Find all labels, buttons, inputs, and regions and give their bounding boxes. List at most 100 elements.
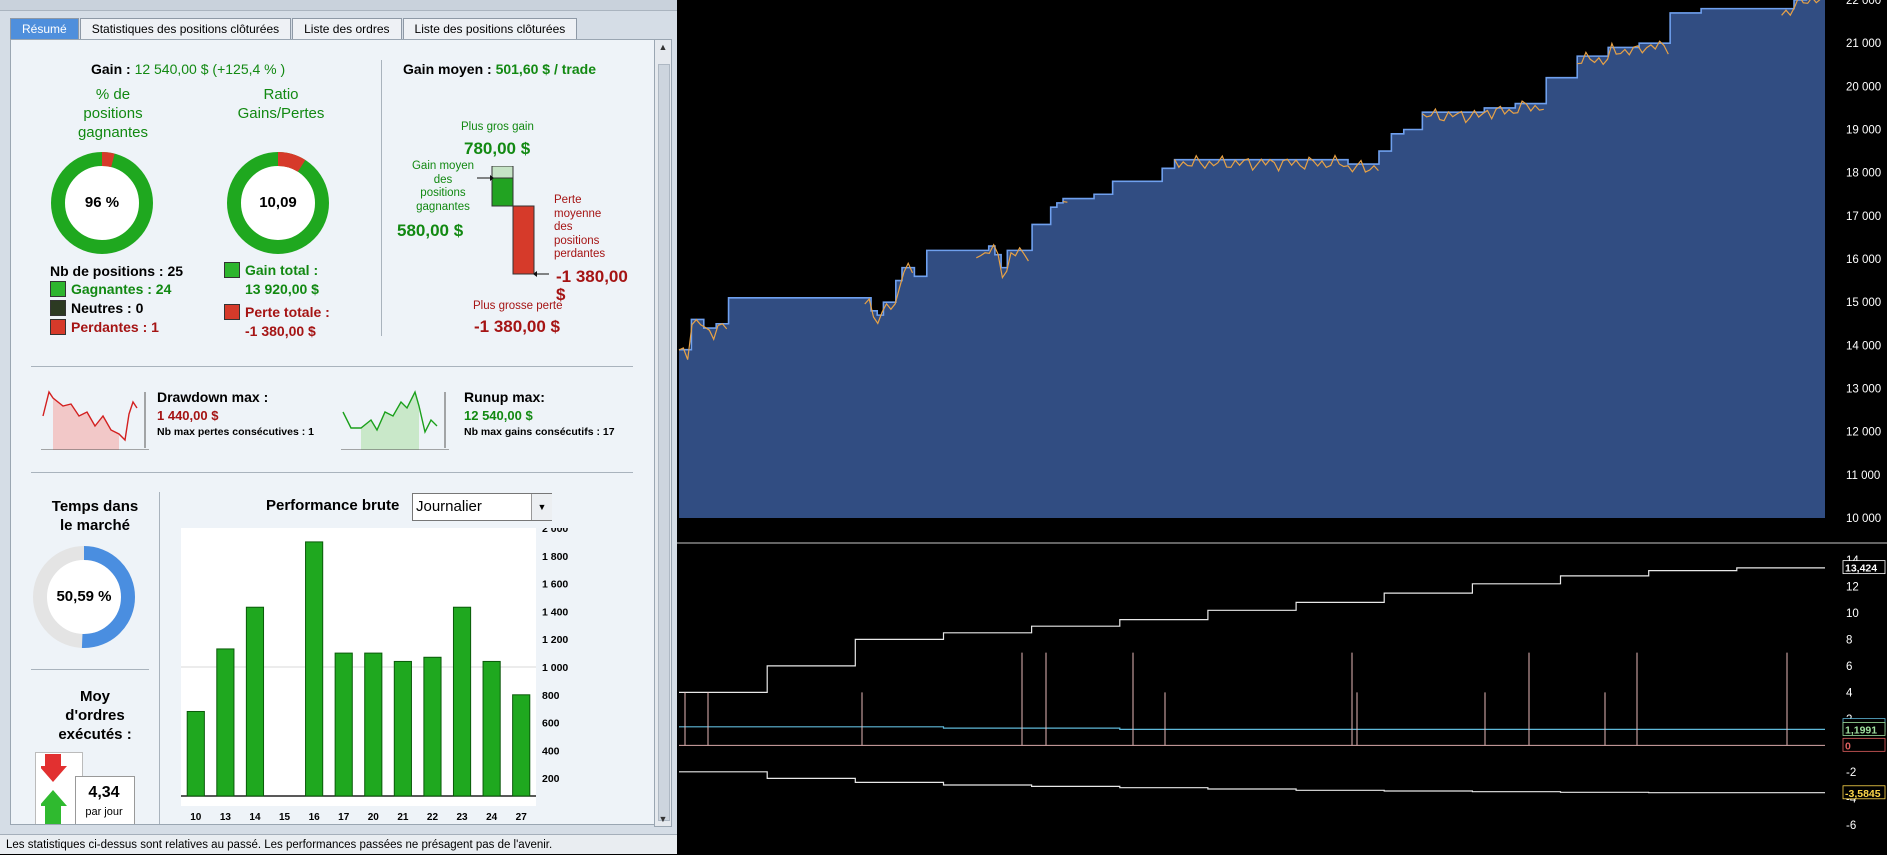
x-tick-label: 15 [279, 812, 291, 823]
tab-liste-ordres[interactable]: Liste des ordres [292, 18, 402, 39]
bar-22 [423, 656, 442, 797]
gain-moyen-pos-value: 580,00 $ [397, 221, 464, 240]
drawdown-value: 1 440,00 $ [157, 408, 219, 423]
gain-value: 12 540,00 $ (+125,4 % ) [134, 61, 286, 77]
bar-13 [216, 648, 235, 797]
y-tick-label: 10 [1846, 608, 1859, 620]
value-tag: -3,5845 [1845, 788, 1881, 800]
temps-value: 50,59 % [56, 588, 112, 605]
gain-header: Gain : 12 540,00 $ (+125,4 % ) [91, 61, 285, 77]
bar-27 [512, 694, 531, 797]
bar-20 [364, 652, 383, 797]
x-tick-label: 27 [516, 812, 528, 823]
y-tick-label: 6 [1846, 661, 1852, 673]
gain-moyen-header: Gain moyen : 501,60 $ / trade [403, 61, 596, 77]
x-tick-label: 20 [368, 812, 380, 823]
bar-14 [245, 606, 265, 797]
y-tick-label: 1 200 [542, 634, 568, 646]
perte-moyenne-label: Perte moyenne des positions perdantes [554, 194, 606, 260]
y-tick-label: 8 [1846, 634, 1852, 646]
indicator-series-0 [679, 567, 1825, 693]
plus-grosse-perte-value: -1 380,00 $ [474, 317, 561, 336]
y-tick-label: 1 000 [542, 662, 568, 674]
chevron-down-icon[interactable]: ▼ [531, 494, 552, 520]
x-tick-label: 21 [397, 812, 409, 823]
neutres-swatch [50, 300, 66, 316]
gain-total-label: Gain total : [245, 262, 319, 278]
max-gain-bar [491, 166, 514, 179]
summary-panel: Gain : 12 540,00 $ (+125,4 % ) % de posi… [10, 39, 655, 825]
summary-divider [381, 60, 382, 336]
equity-area [679, 0, 1825, 518]
y-tick-label: 21 000 [1846, 38, 1881, 50]
performance-bar-chart: 10 13 14 15 16 17 20 21 22 23 24 27 2 000 1 800 1 600 1… [181, 528, 568, 823]
pct-value: 96 % [84, 194, 120, 211]
gagnantes-swatch [50, 281, 66, 297]
ordres-value: 4,34 [88, 784, 120, 801]
gain-total-swatch [224, 262, 240, 278]
y-tick-label: 1 600 [542, 579, 568, 591]
performance-title: Performance brute [266, 497, 400, 514]
x-tick-label: 24 [486, 812, 498, 823]
tab-stats-positions[interactable]: Statistiques des positions clôturées [79, 18, 292, 39]
scrollbar[interactable]: ▲ ▼ [654, 39, 672, 827]
bar-17 [334, 652, 353, 797]
runup-value: 12 540,00 $ [464, 408, 533, 423]
y-tick-label: 12 000 [1846, 427, 1881, 439]
ordres-label: Moy d'ordres exécutés : [58, 688, 132, 743]
avg-gain-bar [491, 177, 514, 207]
ratio-label: Ratio Gains/Pertes [237, 86, 325, 122]
value-tag: 1,1991 [1845, 724, 1877, 736]
plus-gros-gain-label: Plus gros gain [461, 121, 534, 133]
bar-23 [452, 606, 472, 797]
plus-gros-gain-value: 780,00 $ [464, 139, 531, 158]
gain-moyen-pos-label: Gain moyen des positions gagnantes [411, 160, 474, 213]
y-tick-label: 18 000 [1846, 168, 1881, 180]
runup-label: Runup max: [464, 389, 545, 405]
runup-sub: Nb max gains consécutifs : 17 [464, 426, 615, 438]
perdantes-count: Perdantes : 1 [71, 319, 159, 335]
scroll-up-icon[interactable]: ▲ [655, 40, 671, 54]
neutres-count: Neutres : 0 [71, 300, 144, 316]
left-panel: Résumé Statistiques des positions clôtur… [0, 0, 677, 854]
period-select-value: Journalier [416, 498, 482, 515]
value-tag: 0 [1845, 740, 1851, 752]
drawdown-chart-icon [41, 390, 149, 450]
divider-3 [31, 669, 149, 670]
price-line [1063, 201, 1068, 203]
price-chart-area: 22 000 21 000 20 000 19 000 18 000 17 000 16 0… [677, 0, 1887, 854]
pct-label: % de positions gagnantes [77, 86, 149, 141]
period-select[interactable]: Journalier ▼ [412, 493, 552, 521]
y-tick-label: 400 [542, 745, 560, 757]
y-tick-label: -2 [1846, 767, 1856, 779]
sell-arrow-icon [41, 754, 67, 782]
divider-4 [159, 492, 160, 824]
y-tick-label: 2 000 [542, 528, 568, 535]
y-tick-label: 4 [1846, 687, 1853, 699]
scroll-thumb[interactable] [658, 64, 670, 821]
divider-1 [31, 366, 633, 367]
bar-16 [305, 541, 324, 797]
indicator-series-2 [679, 771, 1825, 794]
tab-resume[interactable]: Résumé [10, 18, 79, 39]
nb-positions: Nb de positions : 25 [50, 263, 184, 279]
x-tick-label: 13 [220, 812, 232, 823]
perte-totale-value: -1 380,00 $ [245, 323, 316, 339]
avg-loss-bar [512, 205, 535, 275]
tab-liste-positions[interactable]: Liste des positions clôturées [402, 18, 578, 39]
y-tick-label: 13 000 [1846, 384, 1881, 396]
x-tick-label: 14 [249, 812, 261, 823]
x-tick-label: 22 [427, 812, 439, 823]
perte-totale-swatch [224, 304, 240, 320]
ratio-value: 10,09 [259, 194, 297, 211]
y-tick-label: 200 [542, 773, 560, 785]
y-tick-label: 600 [542, 718, 560, 730]
y-tick-label: 16 000 [1846, 254, 1881, 266]
perte-totale-label: Perte totale : [245, 304, 330, 320]
y-tick-label: 22 000 [1846, 0, 1881, 7]
buy-arrow-icon [41, 790, 67, 824]
y-tick-label: 19 000 [1846, 125, 1881, 137]
runup-chart-icon [341, 390, 449, 450]
scroll-down-icon[interactable]: ▼ [655, 812, 671, 826]
gagnantes-count: Gagnantes : 24 [71, 281, 172, 297]
